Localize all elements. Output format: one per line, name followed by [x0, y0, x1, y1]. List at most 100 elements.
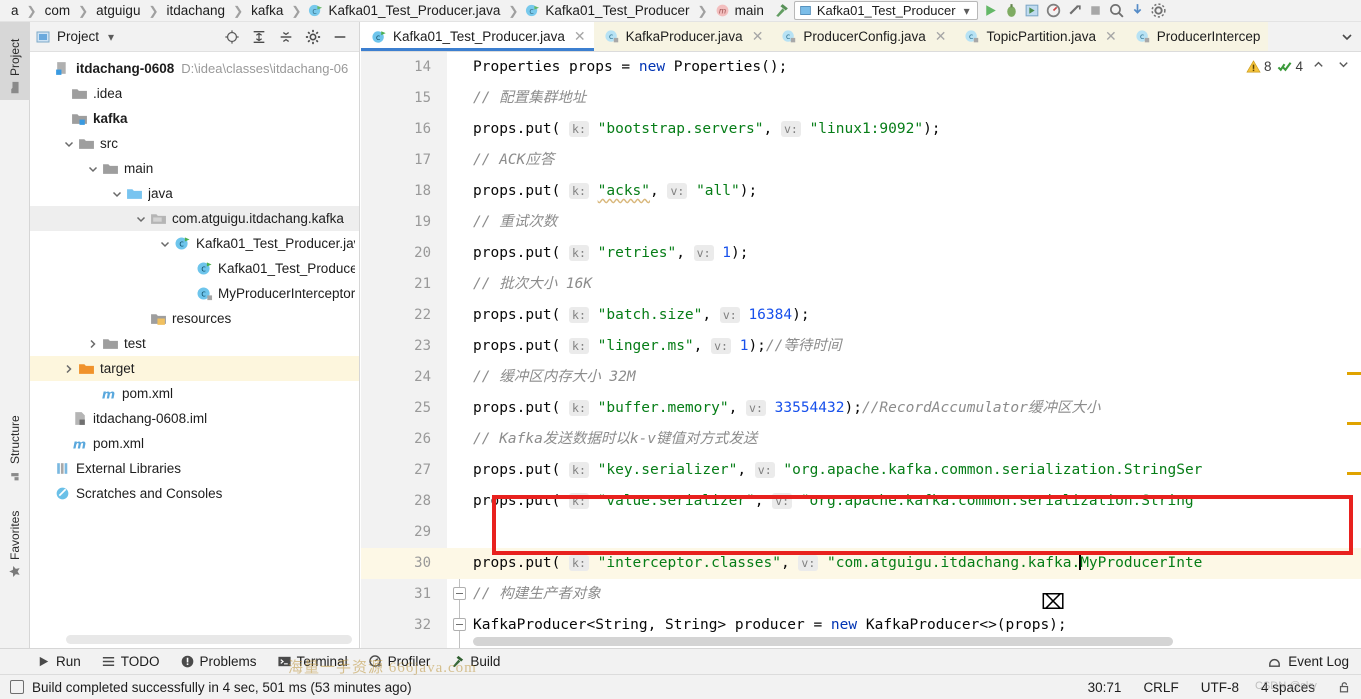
tree-row-module-root[interactable]: itdachang-0608 D:\idea\classes\itdachang…: [30, 56, 359, 81]
run-with-coverage-icon[interactable]: [1024, 2, 1041, 19]
warning-indicator[interactable]: 8: [1246, 59, 1271, 74]
code-line-17[interactable]: 17 // ACK应答: [361, 145, 1361, 176]
tree-row-src[interactable]: src: [30, 131, 359, 156]
caret-position[interactable]: 30:71: [1088, 680, 1122, 695]
stop-icon[interactable]: [1087, 2, 1104, 19]
tool-window-profiler[interactable]: Profiler: [368, 654, 430, 669]
tree-row-idea[interactable]: .idea: [30, 81, 359, 106]
tree-row-main[interactable]: main: [30, 156, 359, 181]
sidebar-item-favorites[interactable]: Favorites: [0, 498, 30, 584]
tree-row-pom-root[interactable]: m pom.xml: [30, 431, 359, 456]
close-icon[interactable]: ✕: [1105, 28, 1117, 45]
project-panel-horizontal-scrollbar[interactable]: [66, 635, 352, 644]
code-line-20[interactable]: 20 props.put( k: "retries", v: 1);: [361, 238, 1361, 269]
breadcrumb-item-1[interactable]: com: [42, 3, 74, 18]
tree-row-target[interactable]: target: [30, 356, 359, 381]
run-icon[interactable]: [982, 2, 999, 19]
search-everywhere-icon[interactable]: [1108, 2, 1125, 19]
editor-tab-kafka01-test-producer[interactable]: c Kafka01_Test_Producer.java ✕: [361, 22, 594, 51]
tree-row-package[interactable]: com.atguigu.itdachang.kafka: [30, 206, 359, 231]
breadcrumb-item-6[interactable]: c Kafka01_Test_Producer: [523, 3, 692, 18]
unlocked-icon[interactable]: [1337, 680, 1351, 694]
editor-horizontal-scrollbar[interactable]: [473, 637, 1173, 646]
code-text[interactable]: 14 Properties props = new Properties(); …: [361, 52, 1361, 648]
chevron-down-icon[interactable]: [110, 187, 124, 201]
settings-icon[interactable]: [1150, 2, 1167, 19]
stripe-marker[interactable]: [1347, 472, 1361, 475]
hide-icon[interactable]: [332, 29, 348, 45]
code-line-16[interactable]: 16 props.put( k: "bootstrap.servers", v:…: [361, 114, 1361, 145]
close-icon[interactable]: ✕: [935, 28, 947, 45]
tool-window-build[interactable]: Build: [450, 654, 500, 669]
code-line-21[interactable]: 21 // 批次大小 16K: [361, 269, 1361, 300]
editor-scrollbar[interactable]: [1347, 52, 1361, 648]
breadcrumb-item-7[interactable]: m main: [713, 3, 767, 18]
tree-row-class-producer[interactable]: c Kafka01_Test_Producer: [30, 256, 359, 281]
tree-row-kafka-module[interactable]: kafka: [30, 106, 359, 131]
stripe-marker[interactable]: [1347, 372, 1361, 375]
build-hammer-icon[interactable]: [773, 2, 790, 19]
tree-row-java-file[interactable]: c Kafka01_Test_Producer.jav: [30, 231, 359, 256]
breadcrumb-item-2[interactable]: atguigu: [93, 3, 143, 18]
breadcrumb-item-5[interactable]: c Kafka01_Test_Producer.java: [306, 3, 503, 18]
profile-icon[interactable]: [1045, 2, 1062, 19]
code-line-14[interactable]: 14 Properties props = new Properties();: [361, 52, 1361, 83]
code-line-15[interactable]: 15 // 配置集群地址: [361, 83, 1361, 114]
sidebar-item-project[interactable]: Project: [0, 22, 30, 100]
code-line-25[interactable]: 25 props.put( k: "buffer.memory", v: 335…: [361, 393, 1361, 424]
chevron-down-icon[interactable]: [134, 212, 148, 226]
file-encoding[interactable]: UTF-8: [1201, 680, 1239, 695]
gear-icon[interactable]: [305, 29, 321, 45]
indent-setting[interactable]: 4 spaces: [1261, 680, 1315, 695]
run-configuration-selector[interactable]: Kafka01_Test_Producer ▾: [793, 1, 978, 20]
chevron-down-icon[interactable]: [86, 162, 100, 176]
code-line-29[interactable]: 29: [361, 517, 1361, 548]
tool-window-problems[interactable]: Problems: [180, 654, 257, 669]
chevron-right-icon[interactable]: [86, 337, 100, 351]
chevron-right-icon[interactable]: [62, 362, 76, 376]
code-line-31[interactable]: 31 // 构建生产者对象: [361, 579, 1361, 610]
chevron-down-icon[interactable]: [62, 137, 76, 151]
tool-window-todo[interactable]: TODO: [101, 654, 160, 669]
code-line-18[interactable]: 18 props.put( k: "acks", v: "all");: [361, 176, 1361, 207]
chevron-up-icon[interactable]: [1309, 58, 1328, 74]
tree-row-scratches[interactable]: Scratches and Consoles: [30, 481, 359, 506]
code-line-30[interactable]: 30 props.put( k: "interceptor.classes", …: [361, 548, 1361, 579]
editor-tab-producerconfig[interactable]: c ProducerConfig.java ✕: [771, 22, 955, 51]
debug-icon[interactable]: [1003, 2, 1020, 19]
breadcrumb-item-0[interactable]: a: [8, 3, 22, 18]
chevron-down-icon[interactable]: [1334, 58, 1353, 74]
code-line-22[interactable]: 22 props.put( k: "batch.size", v: 16384)…: [361, 300, 1361, 331]
status-message-area[interactable]: Build completed successfully in 4 sec, 5…: [10, 680, 412, 695]
vcs-update-icon[interactable]: [1129, 2, 1146, 19]
expand-all-icon[interactable]: [251, 29, 267, 45]
inspection-widget[interactable]: 8 4: [1246, 58, 1353, 74]
line-separator[interactable]: CRLF: [1143, 680, 1178, 695]
tree-row-pom-module[interactable]: m pom.xml: [30, 381, 359, 406]
code-line-24[interactable]: 24 // 缓冲区内存大小 32M: [361, 362, 1361, 393]
tree-row-iml[interactable]: itdachang-0608.iml: [30, 406, 359, 431]
weak-warning-indicator[interactable]: 4: [1277, 59, 1303, 74]
code-line-23[interactable]: 23 props.put( k: "linger.ms", v: 1);//等待…: [361, 331, 1361, 362]
project-tree[interactable]: itdachang-0608 D:\idea\classes\itdachang…: [30, 52, 359, 648]
code-line-19[interactable]: 19 // 重试次数: [361, 207, 1361, 238]
editor-tab-kafkaproducer[interactable]: c KafkaProducer.java ✕: [593, 22, 772, 51]
code-line-27[interactable]: 27 props.put( k: "key.serializer", v: "o…: [361, 455, 1361, 486]
code-line-26[interactable]: 26 // Kafka发送数据时以k-v键值对方式发送: [361, 424, 1361, 455]
attach-icon[interactable]: [1066, 2, 1083, 19]
editor-tab-producerinterceptor[interactable]: c ProducerIntercep: [1124, 22, 1269, 51]
locate-icon[interactable]: [224, 29, 240, 45]
close-icon[interactable]: ✕: [574, 28, 586, 45]
tree-row-java-sources[interactable]: java: [30, 181, 359, 206]
tree-row-resources[interactable]: resources: [30, 306, 359, 331]
breadcrumb-item-4[interactable]: kafka: [248, 3, 286, 18]
close-icon[interactable]: ✕: [752, 28, 764, 45]
tab-overflow-button[interactable]: [1333, 22, 1361, 51]
code-editor[interactable]: 14 Properties props = new Properties(); …: [361, 52, 1361, 648]
tool-window-run[interactable]: Run: [36, 654, 81, 669]
breadcrumb-item-3[interactable]: itdachang: [164, 3, 229, 18]
editor-tab-topicpartition[interactable]: c TopicPartition.java ✕: [954, 22, 1125, 51]
tree-row-class-interceptor[interactable]: c MyProducerInterceptor: [30, 281, 359, 306]
tree-row-external-libraries[interactable]: External Libraries: [30, 456, 359, 481]
event-log-button[interactable]: Event Log: [1267, 654, 1361, 669]
